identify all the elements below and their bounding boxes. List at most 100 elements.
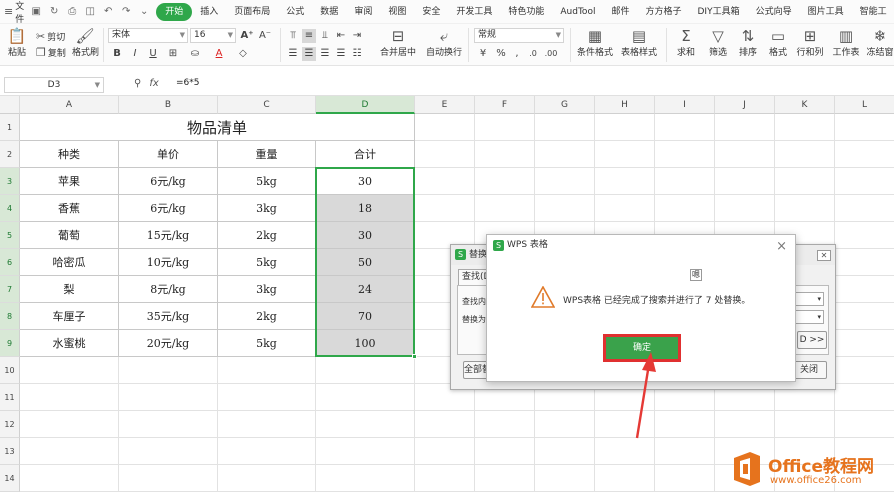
conditional-format-button[interactable]: ▦ 条件格式 [574, 27, 616, 58]
menu-item[interactable]: 特色功能 [500, 3, 552, 21]
table-header-cell[interactable]: 合计 [316, 141, 415, 168]
filter-button[interactable]: ▽ 筛选 [704, 27, 732, 58]
row-header[interactable]: 1 [0, 114, 20, 141]
table-style-button[interactable]: ▤ 表格样式 [618, 27, 660, 58]
redo-icon[interactable]: ↷ [120, 6, 132, 17]
column-header[interactable]: B [119, 96, 218, 114]
table-cell[interactable]: 5kg [218, 330, 316, 357]
table-cell[interactable]: 香蕉 [20, 195, 119, 222]
empty-cell[interactable] [835, 195, 894, 222]
align-right-icon[interactable]: ☰ [318, 47, 332, 61]
empty-cell[interactable] [715, 114, 775, 141]
empty-cell[interactable] [835, 114, 894, 141]
table-cell[interactable]: 6元/kg [119, 168, 218, 195]
align-bottom-icon[interactable]: ⫫ [318, 29, 332, 43]
table-cell[interactable]: 18 [316, 195, 415, 222]
column-header[interactable]: G [535, 96, 595, 114]
align-left-icon[interactable]: ☰ [286, 47, 300, 61]
shrink-font-icon[interactable]: A⁻ [258, 29, 272, 43]
empty-cell[interactable] [775, 114, 835, 141]
empty-cell[interactable] [655, 438, 715, 465]
table-cell[interactable]: 梨 [20, 276, 119, 303]
zoom-icon[interactable]: ⚲ [134, 78, 141, 89]
table-cell[interactable]: 30 [316, 222, 415, 249]
empty-cell[interactable] [535, 465, 595, 492]
worksheet-button[interactable]: ▥ 工作表 [830, 27, 862, 58]
name-box[interactable]: D3 ▼ [4, 77, 104, 93]
empty-cell[interactable] [20, 465, 119, 492]
clear-format-icon[interactable]: ◇ [236, 47, 250, 61]
empty-cell[interactable] [835, 330, 894, 357]
empty-cell[interactable] [835, 249, 894, 276]
table-header-cell[interactable]: 单价 [119, 141, 218, 168]
table-cell[interactable]: 6元/kg [119, 195, 218, 222]
menu-item[interactable]: 公式向导 [748, 3, 800, 21]
format-button[interactable]: ▭ 格式 [764, 27, 792, 58]
menu-item[interactable]: AudTool [552, 3, 603, 21]
row-header[interactable]: 12 [0, 411, 20, 438]
empty-cell[interactable] [415, 465, 475, 492]
table-cell[interactable]: 水蜜桃 [20, 330, 119, 357]
empty-cell[interactable] [835, 303, 894, 330]
increase-decimal-icon[interactable]: .0 [526, 47, 540, 61]
copy-button[interactable]: ❐ 复制 [36, 46, 66, 59]
menu-item[interactable]: 插入 [192, 3, 226, 21]
row-header[interactable]: 11 [0, 384, 20, 411]
table-cell[interactable]: 5kg [218, 168, 316, 195]
table-header-cell[interactable]: 种类 [20, 141, 119, 168]
table-header-cell[interactable]: 重量 [218, 141, 316, 168]
empty-cell[interactable] [835, 384, 894, 411]
empty-cell[interactable] [316, 465, 415, 492]
menu-item[interactable]: 视图 [380, 3, 414, 21]
row-header[interactable]: 5 [0, 222, 20, 249]
empty-cell[interactable] [835, 168, 894, 195]
empty-cell[interactable] [775, 168, 835, 195]
row-header[interactable]: 4 [0, 195, 20, 222]
fill-handle[interactable] [412, 354, 417, 359]
column-header[interactable]: E [415, 96, 475, 114]
menu-item[interactable]: 页面布局 [226, 3, 278, 21]
table-cell[interactable]: 20元/kg [119, 330, 218, 357]
table-cell[interactable]: 车厘子 [20, 303, 119, 330]
empty-cell[interactable] [20, 411, 119, 438]
formula-input[interactable]: =6*5 [176, 78, 200, 88]
undo-history-icon[interactable]: ↻ [48, 6, 60, 17]
empty-cell[interactable] [119, 465, 218, 492]
menu-item[interactable]: 安全 [414, 3, 448, 21]
empty-cell[interactable] [415, 411, 475, 438]
menu-item[interactable]: 开始 [156, 2, 193, 21]
fx-button[interactable]: fx [149, 78, 158, 89]
decrease-decimal-icon[interactable]: .00 [544, 47, 558, 61]
row-header[interactable]: 3 [0, 168, 20, 195]
empty-cell[interactable] [415, 141, 475, 168]
empty-cell[interactable] [475, 114, 535, 141]
empty-cell[interactable] [475, 411, 535, 438]
thousands-icon[interactable]: , [510, 47, 524, 61]
bold-button[interactable]: B [110, 47, 124, 61]
column-header[interactable]: L [835, 96, 894, 114]
menu-item[interactable]: 方方格子 [637, 3, 689, 21]
table-cell[interactable]: 哈密瓜 [20, 249, 119, 276]
rows-cols-button[interactable]: ⊞ 行和列 [794, 27, 826, 58]
column-header[interactable]: C [218, 96, 316, 114]
row-header[interactable]: 7 [0, 276, 20, 303]
empty-cell[interactable] [715, 195, 775, 222]
grow-font-icon[interactable]: A⁺ [240, 29, 254, 43]
empty-cell[interactable] [119, 411, 218, 438]
hamburger-icon[interactable]: ≡ [4, 5, 13, 18]
menu-item[interactable]: 审阅 [346, 3, 380, 21]
align-middle-icon[interactable]: ≡ [302, 29, 316, 43]
align-top-icon[interactable]: ⫪ [286, 29, 300, 43]
empty-cell[interactable] [119, 357, 218, 384]
empty-cell[interactable] [715, 141, 775, 168]
empty-cell[interactable] [475, 195, 535, 222]
column-header[interactable]: F [475, 96, 535, 114]
options-button[interactable]: D >> [797, 331, 827, 349]
column-header[interactable]: H [595, 96, 655, 114]
empty-cell[interactable] [655, 114, 715, 141]
empty-cell[interactable] [415, 438, 475, 465]
empty-cell[interactable] [835, 141, 894, 168]
borders-icon[interactable]: ⊞ [166, 47, 180, 61]
fill-color-icon[interactable]: ⛀ [188, 47, 202, 61]
row-header[interactable]: 8 [0, 303, 20, 330]
